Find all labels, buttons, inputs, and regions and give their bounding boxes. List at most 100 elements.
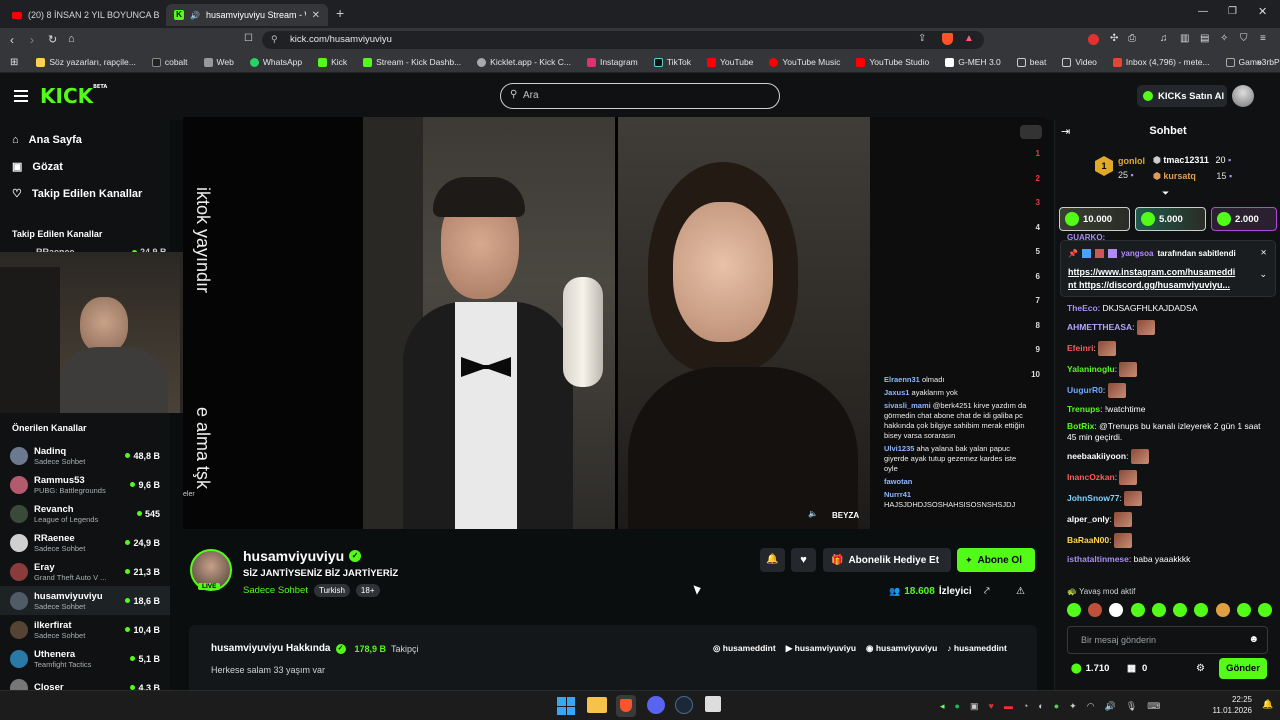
bookmark-item[interactable]: YouTube Music bbox=[761, 57, 848, 67]
clock[interactable]: 22:25 11.01.2026 bbox=[1212, 694, 1252, 716]
close-window-button[interactable]: ✕ bbox=[1258, 5, 1267, 18]
back-icon[interactable]: ‹ bbox=[10, 33, 14, 47]
new-tab-button[interactable]: + bbox=[336, 5, 344, 21]
tray-app-icon[interactable]: ● bbox=[1054, 701, 1059, 711]
notification-button[interactable]: 🔔 bbox=[760, 548, 785, 572]
bookmark-item[interactable]: Instagram bbox=[579, 57, 646, 67]
leaderboard-user[interactable]: gonlol bbox=[1118, 156, 1145, 166]
sidebar-channel-item[interactable]: husamviyuviyu Sadece Sohbet 18,6 B bbox=[0, 586, 170, 615]
browser-tab-kick[interactable]: K 🔊 husamviyuviyu Stream - Watc ✕ bbox=[166, 4, 328, 26]
kick-logo[interactable]: KICKBETA bbox=[40, 84, 107, 108]
chat-username[interactable]: TheEco bbox=[1067, 303, 1098, 313]
chat-username[interactable]: BotRix bbox=[1067, 421, 1094, 431]
report-icon[interactable]: ⚠ bbox=[1016, 586, 1025, 597]
taskbar-app-icon[interactable] bbox=[705, 696, 721, 712]
instagram-link[interactable]: ◎ husameddint bbox=[713, 643, 776, 654]
bookmark-item[interactable]: YouTube bbox=[699, 57, 761, 67]
unpin-icon[interactable]: ⨯ bbox=[1260, 248, 1267, 257]
chat-username[interactable]: BaRaaN00 bbox=[1067, 535, 1109, 545]
sidebar-toggle-icon[interactable]: ▥ bbox=[1180, 33, 1189, 44]
kicks-balance[interactable]: ⬤ 1.710 bbox=[1071, 663, 1109, 674]
chat-username[interactable]: UugurR0 bbox=[1067, 385, 1103, 395]
bookmark-item[interactable]: Kick bbox=[310, 57, 355, 67]
quick-emote[interactable] bbox=[1215, 603, 1230, 617]
chat-username[interactable]: Yalaninoglu bbox=[1067, 364, 1115, 374]
sidebar-channel-item[interactable]: RRaenee Sadece Sohbet 24,9 B bbox=[0, 528, 170, 557]
wallet-icon[interactable]: ▤ bbox=[1200, 33, 1209, 44]
start-button[interactable] bbox=[557, 697, 575, 715]
kicks-goal-3[interactable]: 2.000 bbox=[1211, 207, 1277, 231]
stream-category[interactable]: Sadece Sohbet bbox=[243, 585, 308, 596]
forward-icon[interactable]: › bbox=[30, 33, 34, 47]
quick-emote[interactable] bbox=[1236, 603, 1251, 617]
tag-badge[interactable]: 18+ bbox=[355, 584, 380, 597]
search-input[interactable]: ⚲ Ara bbox=[500, 83, 780, 109]
bookmark-item[interactable]: Web bbox=[196, 57, 242, 67]
spotify-icon[interactable]: ● bbox=[955, 701, 960, 711]
more-bookmarks-icon[interactable]: » bbox=[1256, 57, 1262, 68]
wifi-icon[interactable]: ◠ bbox=[1087, 701, 1095, 712]
rewards-icon[interactable]: ▲ bbox=[964, 33, 974, 44]
file-explorer-icon[interactable] bbox=[587, 697, 607, 713]
steam-tray-icon[interactable]: ◐ bbox=[1038, 701, 1043, 711]
bookmark-item[interactable]: YouTube Studio bbox=[848, 57, 937, 67]
close-tab-icon[interactable]: ✕ bbox=[312, 10, 320, 21]
chat-username[interactable]: Trenups bbox=[1067, 404, 1100, 414]
leaderboard-row-3[interactable]: ⬢ kursatq 15 ▪ bbox=[1153, 171, 1232, 182]
bookmark-item[interactable]: Inbox (4,796) - mete... bbox=[1105, 57, 1218, 67]
user-avatar[interactable] bbox=[1232, 85, 1254, 107]
bookmark-item[interactable]: G-MEH 3.0 bbox=[937, 57, 1009, 67]
steam-icon[interactable] bbox=[675, 696, 693, 714]
share-icon[interactable]: ⤤ bbox=[984, 586, 990, 597]
home-icon[interactable]: ⌂ bbox=[68, 33, 75, 45]
volume-icon[interactable]: 🔈 bbox=[808, 509, 818, 518]
bookmark-item[interactable]: Game3rbPc Games... bbox=[1218, 57, 1280, 67]
nav-browse[interactable]: ▣ Gözat bbox=[0, 153, 170, 180]
mic-icon[interactable]: 🎙 bbox=[1126, 701, 1137, 712]
apps-grid-icon[interactable]: ⊞ bbox=[0, 57, 28, 68]
chat-username[interactable]: InancOzkan bbox=[1067, 472, 1115, 482]
sidebar-channel-item[interactable]: Eray Grand Theft Auto V ... 21,3 B bbox=[0, 557, 170, 586]
chat-username[interactable]: isthataltinmese bbox=[1067, 554, 1129, 564]
bookmark-item[interactable]: Stream - Kick Dashb... bbox=[355, 57, 469, 67]
tray-app-icon[interactable]: ♥ bbox=[988, 701, 993, 711]
sidebar-channel-item[interactable]: Revanch League of Legends 545 bbox=[0, 499, 170, 528]
kicks-goal-1[interactable]: 10.000 bbox=[1059, 207, 1130, 231]
tray-app-icon[interactable]: ◔ bbox=[1023, 701, 1028, 711]
chat-username[interactable]: neebaakiiyoon bbox=[1067, 451, 1126, 461]
vpn-icon[interactable]: ⛉ bbox=[1240, 33, 1248, 44]
chat-settings-icon[interactable]: ⚙ bbox=[1196, 663, 1205, 674]
bookmark-folder[interactable]: Video bbox=[1054, 57, 1105, 67]
quick-emote[interactable] bbox=[1194, 603, 1209, 617]
sidebar-channel-item[interactable]: Nadinq Sadece Sohbet 48,8 B bbox=[0, 441, 170, 470]
tiktok-link[interactable]: ♪ husameddint bbox=[947, 643, 1007, 654]
quick-emote[interactable] bbox=[1109, 603, 1124, 617]
leaderboard-expand-icon[interactable]: ⏷ bbox=[1162, 188, 1169, 199]
discord-link[interactable]: ◉ husamviyuviyu bbox=[866, 643, 937, 654]
bookmark-item[interactable]: TikTok bbox=[646, 57, 699, 67]
record-extension-icon[interactable] bbox=[1088, 34, 1099, 45]
gift-balance[interactable]: ▦ 0 bbox=[1127, 663, 1147, 674]
sidebar-channel-item[interactable]: Rammus53 PUBG: Battlegrounds 9,6 B bbox=[0, 470, 170, 499]
tray-app-icon[interactable]: ◂ bbox=[940, 701, 945, 712]
quick-emote[interactable] bbox=[1130, 603, 1145, 617]
sidebar-channel-item[interactable]: ilkerfirat Sadece Sohbet 10,4 B bbox=[0, 615, 170, 644]
minimize-button[interactable]: — bbox=[1198, 6, 1208, 17]
youtube-link[interactable]: ▶ husamviyuviyu bbox=[786, 643, 856, 654]
gift-subscription-button[interactable]: 🎁 Abonelik Hediye Et bbox=[823, 548, 951, 572]
bookmark-item[interactable]: Söz yazarları, rapçile... bbox=[28, 57, 143, 67]
bookmark-folder[interactable]: beat bbox=[1009, 57, 1055, 67]
expand-pinned-icon[interactable]: ⌄ bbox=[1259, 269, 1267, 280]
share-icon[interactable]: ⇪ bbox=[918, 33, 926, 44]
url-field[interactable]: ⚲ kick.com/husamviyuviyu ⇪ ▲ bbox=[262, 31, 984, 49]
nav-following[interactable]: ♡ Takip Edilen Kanallar bbox=[0, 180, 170, 207]
chat-username[interactable]: Efeinri bbox=[1067, 343, 1093, 353]
tray-app-icon[interactable]: ▬ bbox=[1004, 701, 1013, 711]
chat-username[interactable]: alper_only bbox=[1067, 514, 1110, 524]
video-player[interactable]: iktok yayındır e alma tşk eler 🔈 BEYZA 1… bbox=[183, 117, 1045, 529]
notifications-icon[interactable]: 🔔 bbox=[1262, 699, 1273, 710]
nav-home[interactable]: ⌂ Ana Sayfa bbox=[0, 126, 170, 153]
tray-app-icon[interactable]: ✦ bbox=[1069, 701, 1077, 712]
taskbar-app-active[interactable] bbox=[616, 695, 636, 717]
quick-emote[interactable] bbox=[1173, 603, 1188, 617]
